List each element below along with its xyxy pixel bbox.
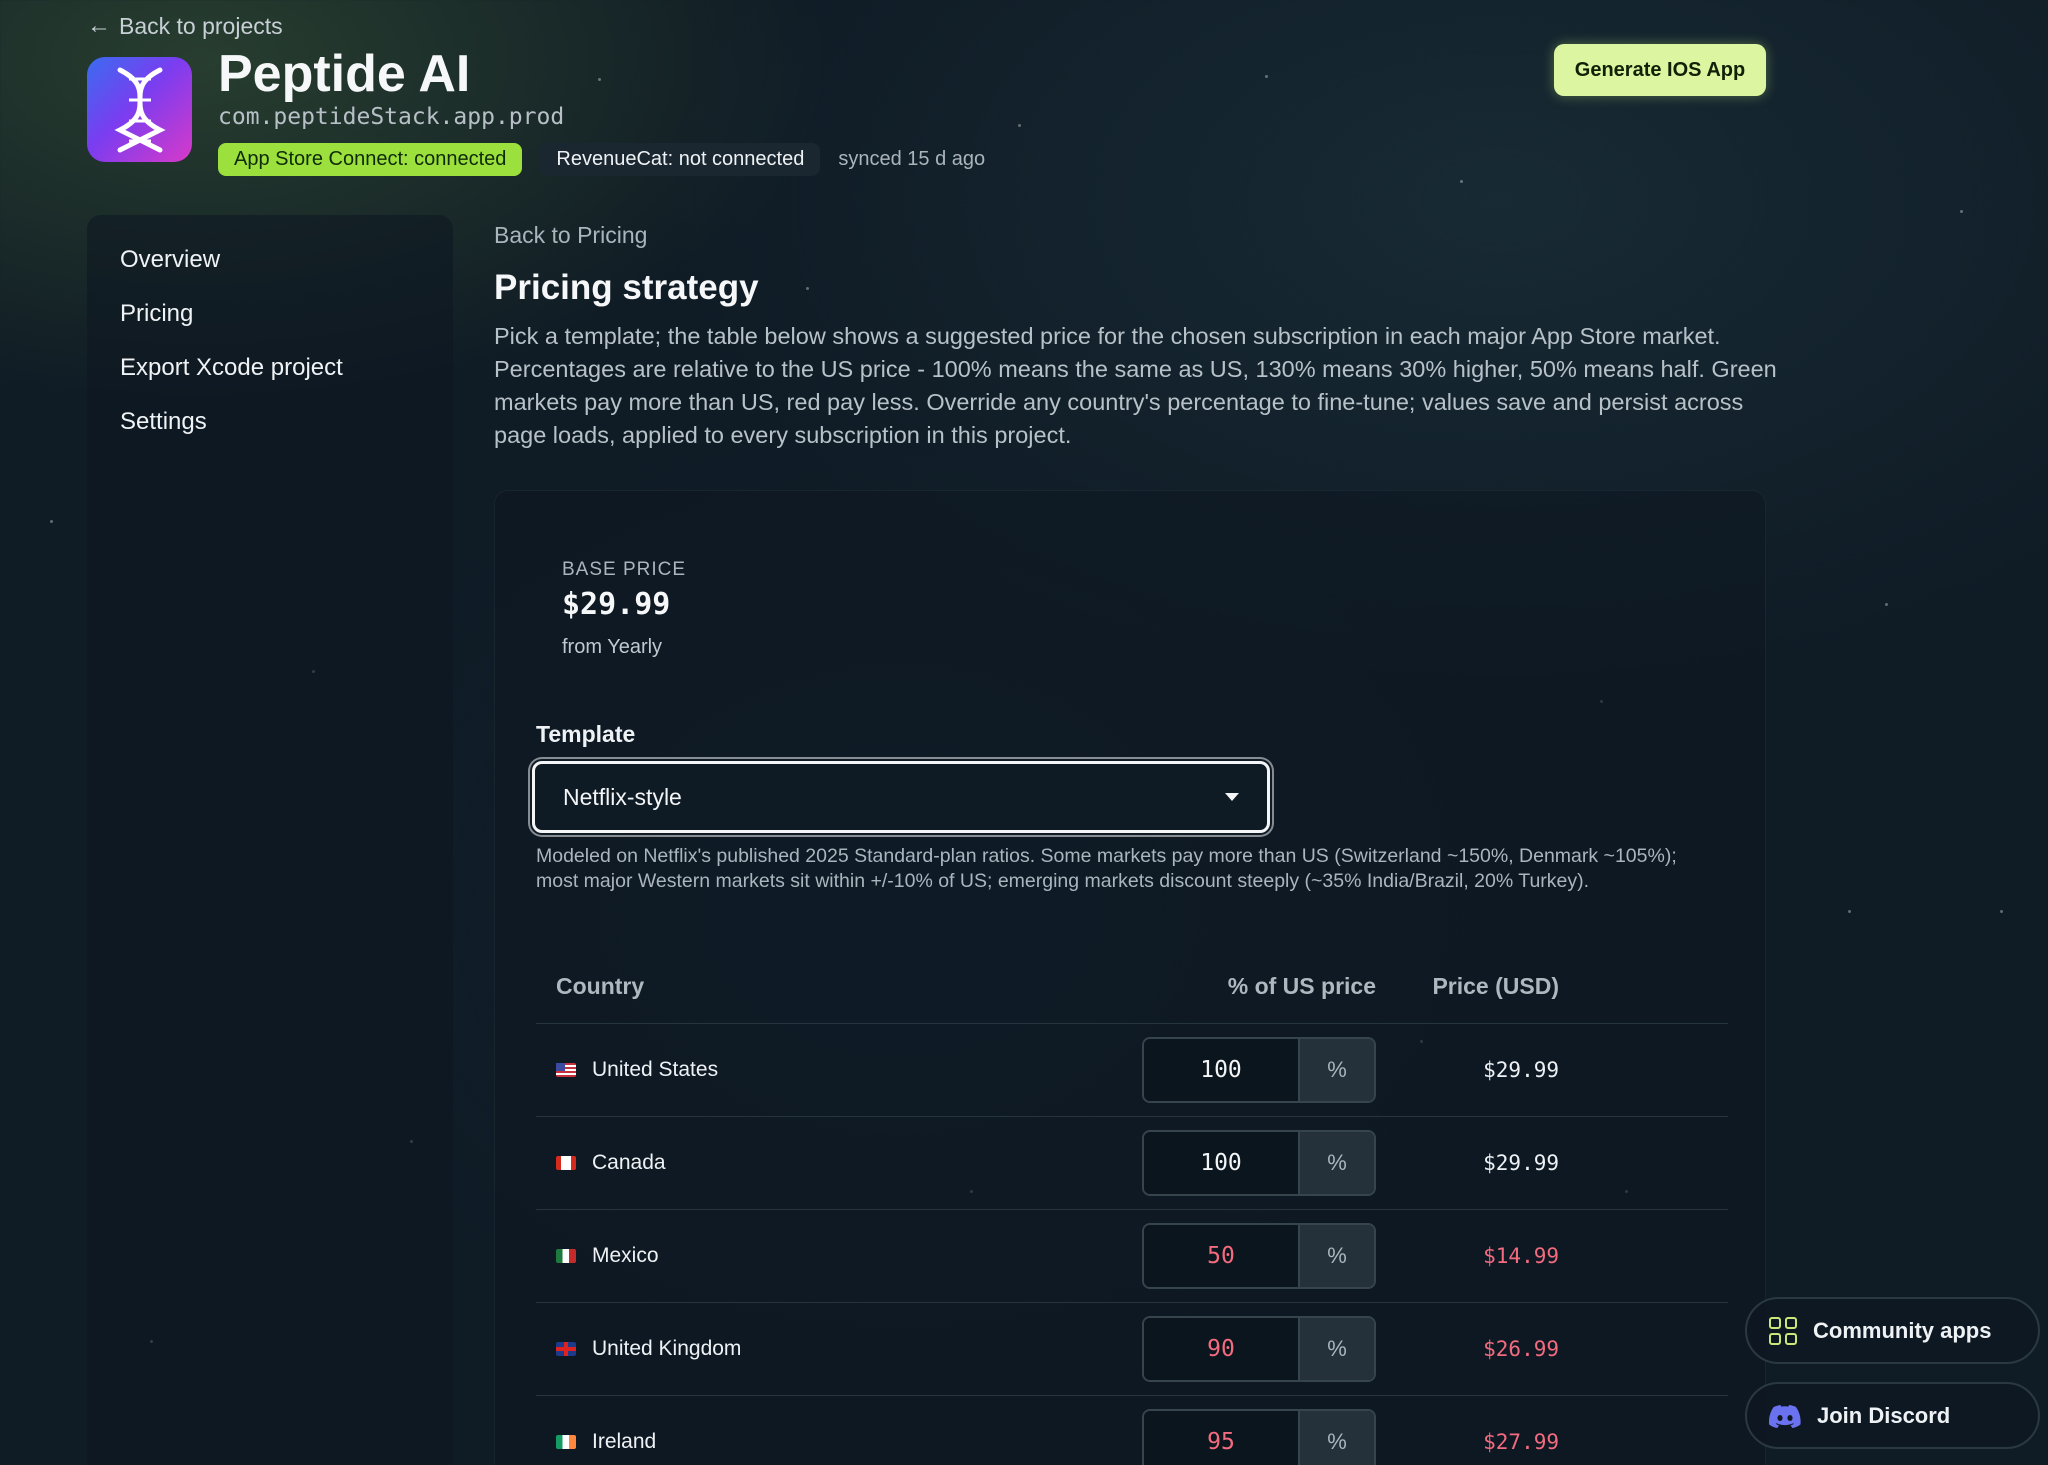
percent-field: % — [1142, 1222, 1376, 1289]
sidebar-item-overview[interactable]: Overview — [87, 233, 453, 287]
table-header-row: Country % of US price Price (USD) — [536, 951, 1728, 1024]
country-cell: Canada — [536, 1116, 1136, 1210]
back-to-pricing-link[interactable]: Back to Pricing — [494, 222, 647, 249]
percent-suffix: % — [1300, 1224, 1374, 1287]
page-title: Pricing strategy — [494, 268, 759, 307]
base-price-label: BASE PRICE — [562, 559, 687, 580]
country-cell: Ireland — [536, 1395, 1136, 1465]
column-header-country: Country — [536, 951, 1136, 1024]
price-cell: $29.99 — [1376, 1023, 1559, 1117]
chevron-down-icon — [1225, 793, 1239, 801]
percent-suffix: % — [1300, 1317, 1374, 1380]
app-icon — [87, 57, 192, 162]
template-select-value: Netflix-style — [563, 783, 682, 810]
table-row: Ireland % $27.99 — [536, 1395, 1728, 1465]
percent-suffix: % — [1300, 1038, 1374, 1101]
community-apps-button[interactable]: Community apps — [1745, 1297, 2040, 1364]
join-discord-label: Join Discord — [1817, 1402, 1951, 1428]
canada-flag-icon — [556, 1155, 576, 1170]
back-to-projects-link[interactable]: ← Back to projects — [87, 12, 283, 40]
spacer-cell — [1559, 1023, 1728, 1117]
base-price-source: from Yearly — [562, 636, 663, 658]
community-apps-label: Community apps — [1813, 1317, 1992, 1343]
percent-input[interactable] — [1144, 1038, 1300, 1101]
back-to-projects-label: Back to projects — [119, 12, 283, 39]
sync-status: synced 15 d ago — [838, 148, 986, 170]
sidebar-item-export-xcode[interactable]: Export Xcode project — [87, 341, 453, 395]
column-header-price: Price (USD) — [1376, 951, 1559, 1024]
percent-cell: % — [1136, 1395, 1376, 1465]
percent-cell: % — [1136, 1023, 1376, 1117]
country-cell: Mexico — [536, 1209, 1136, 1303]
pricing-table: Country % of US price Price (USD) United… — [536, 951, 1728, 1465]
mexico-flag-icon — [556, 1248, 576, 1263]
ireland-flag-icon — [556, 1434, 576, 1449]
country-name: United States — [592, 1057, 719, 1081]
table-row: United States % $29.99 — [536, 1023, 1728, 1117]
country-cell: United Kingdom — [536, 1302, 1136, 1396]
us-flag-icon — [556, 1062, 576, 1077]
uk-flag-icon — [556, 1341, 576, 1356]
percent-suffix: % — [1300, 1410, 1374, 1465]
status-badges: App Store Connect: connected RevenueCat:… — [218, 143, 985, 176]
percent-field: % — [1142, 1129, 1376, 1196]
percent-input[interactable] — [1144, 1131, 1300, 1194]
percent-cell: % — [1136, 1116, 1376, 1210]
price-cell: $29.99 — [1376, 1116, 1559, 1210]
page-description: Pick a template; the table below shows a… — [494, 323, 1777, 448]
percent-input[interactable] — [1144, 1224, 1300, 1287]
grid-icon — [1769, 1316, 1797, 1345]
table-row: United Kingdom % $26.99 — [536, 1302, 1728, 1396]
generate-ios-app-button[interactable]: Generate IOS App — [1554, 44, 1766, 96]
percent-input[interactable] — [1144, 1317, 1300, 1380]
price-cell: $14.99 — [1376, 1209, 1559, 1303]
pricing-card: BASE PRICE $29.99 from Yearly Template N… — [494, 490, 1766, 1465]
percent-field: % — [1142, 1036, 1376, 1103]
table-row: Canada % $29.99 — [536, 1116, 1728, 1210]
spacer-cell — [1559, 1395, 1728, 1465]
app-store-connect-badge: App Store Connect: connected — [218, 143, 523, 176]
country-cell: United States — [536, 1023, 1136, 1117]
country-name: Mexico — [592, 1243, 659, 1267]
table-row: Mexico % $14.99 — [536, 1209, 1728, 1303]
sidebar-item-pricing[interactable]: Pricing — [87, 287, 453, 341]
column-header-percent: % of US price — [1136, 951, 1376, 1024]
base-price-value: $29.99 — [562, 587, 671, 622]
sidebar-item-settings[interactable]: Settings — [87, 395, 453, 449]
price-cell: $26.99 — [1376, 1302, 1559, 1396]
country-name: Ireland — [592, 1429, 657, 1453]
country-name: Canada — [592, 1150, 666, 1174]
bundle-id: com.peptideStack.app.prod — [218, 104, 565, 130]
percent-field: % — [1142, 1315, 1376, 1382]
template-note: Modeled on Netflix's published 2025 Stan… — [536, 845, 1677, 892]
percent-cell: % — [1136, 1209, 1376, 1303]
percent-cell: % — [1136, 1302, 1376, 1396]
percent-suffix: % — [1300, 1131, 1374, 1194]
arrow-left-icon: ← — [87, 12, 111, 39]
join-discord-button[interactable]: Join Discord — [1745, 1382, 2040, 1449]
spacer-cell — [1559, 1302, 1728, 1396]
dna-icon — [113, 67, 166, 152]
percent-input[interactable] — [1144, 1410, 1300, 1465]
percent-field: % — [1142, 1408, 1376, 1465]
template-label: Template — [536, 721, 636, 747]
country-name: United Kingdom — [592, 1336, 742, 1360]
discord-icon — [1769, 1404, 1801, 1428]
spacer-cell — [1559, 1116, 1728, 1210]
column-header-spacer — [1559, 951, 1728, 1024]
app-title: Peptide AI — [218, 45, 471, 103]
revenuecat-badge: RevenueCat: not connected — [540, 143, 821, 176]
template-select[interactable]: Netflix-style — [532, 761, 1270, 833]
sidebar: Overview Pricing Export Xcode project Se… — [87, 215, 453, 1465]
price-cell: $27.99 — [1376, 1395, 1559, 1465]
spacer-cell — [1559, 1209, 1728, 1303]
